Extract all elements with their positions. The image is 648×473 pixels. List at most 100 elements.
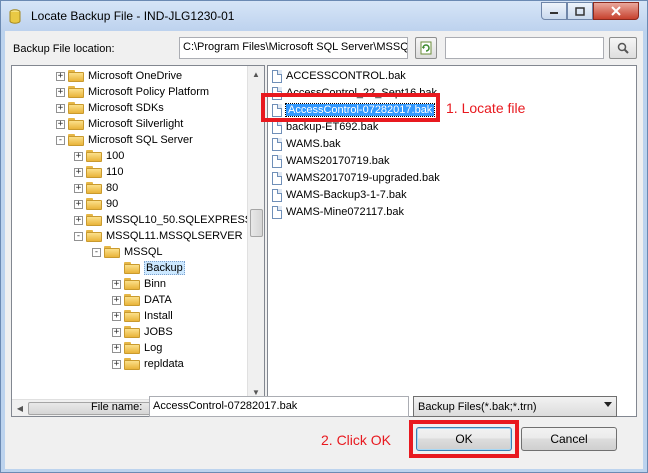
folder-icon — [124, 342, 140, 354]
expand-icon[interactable]: + — [56, 119, 65, 129]
tree-item[interactable]: + Log — [112, 340, 162, 356]
tree-item[interactable]: Backup — [112, 260, 185, 276]
tree-item-label: MSSQL11.MSSQLSERVER — [106, 230, 243, 242]
scroll-up-arrow-icon[interactable]: ▲ — [248, 66, 264, 82]
expand-icon[interactable]: + — [112, 359, 121, 369]
file-icon — [272, 171, 282, 185]
tree-item-label: Binn — [144, 278, 167, 290]
dropdown-arrow-icon — [604, 402, 612, 407]
file-icon — [272, 69, 282, 83]
folder-icon — [86, 182, 102, 194]
tree-item[interactable]: + Microsoft Silverlight — [56, 116, 183, 132]
tree-item-label: 100 — [106, 150, 125, 162]
file-item[interactable]: WAMS20170719-upgraded.bak — [272, 170, 440, 186]
minimize-button[interactable] — [541, 2, 567, 20]
expand-icon[interactable]: + — [74, 151, 83, 161]
search-button[interactable] — [609, 37, 637, 59]
collapse-icon[interactable]: - — [56, 135, 65, 145]
backup-location-label: Backup File location: — [13, 43, 115, 55]
tree-item[interactable]: +80 — [74, 180, 118, 196]
search-icon — [617, 42, 629, 54]
tree-item[interactable]: + Install — [112, 308, 173, 324]
file-type-value: Backup Files(*.bak;*.trn) — [418, 400, 537, 413]
tree-item[interactable]: + Microsoft Policy Platform — [56, 84, 209, 100]
tree-item-label: DATA — [144, 294, 172, 306]
expand-icon[interactable]: + — [112, 295, 121, 305]
folder-icon — [86, 150, 102, 162]
file-icon — [272, 154, 282, 168]
refresh-button[interactable] — [415, 37, 437, 59]
tree-item[interactable]: + Binn — [112, 276, 166, 292]
file-item-label: WAMS-Backup3-1-7.bak — [286, 189, 407, 201]
tree-item[interactable]: - Microsoft SQL Server — [56, 132, 193, 148]
file-type-select[interactable]: Backup Files(*.bak;*.trn) — [413, 396, 617, 417]
folder-icon — [124, 278, 140, 290]
tree-item-label: repldata — [144, 358, 184, 370]
expand-icon[interactable]: + — [112, 279, 121, 289]
locate-backup-file-dialog: Locate Backup File - IND-JLG1230-01 Back… — [0, 0, 648, 473]
file-item[interactable]: ACCESSCONTROL.bak — [272, 68, 406, 84]
maximize-button[interactable] — [567, 2, 593, 20]
tree-vscroll-thumb[interactable] — [250, 209, 263, 237]
title-bar[interactable]: Locate Backup File - IND-JLG1230-01 — [1, 1, 647, 31]
expand-icon[interactable]: + — [56, 103, 65, 113]
collapse-icon[interactable]: - — [92, 247, 101, 257]
tree-item[interactable]: - MSSQL — [92, 244, 163, 260]
ok-button[interactable]: OK — [416, 427, 512, 451]
expand-icon[interactable]: + — [74, 183, 83, 193]
tree-item[interactable]: +90 — [74, 196, 118, 212]
expand-icon[interactable]: + — [74, 215, 83, 225]
annotation-click-ok: 2. Click OK — [321, 432, 392, 448]
folder-icon — [68, 118, 84, 130]
dialog-body: Backup File location: C:\Program Files\M… — [5, 31, 643, 469]
folder-icon — [86, 230, 102, 242]
tree-item-label: Backup — [144, 261, 185, 275]
file-item-label: backup-ET692.bak — [286, 121, 379, 133]
expand-icon[interactable]: + — [56, 87, 65, 97]
tree-item-label: Microsoft Silverlight — [88, 118, 184, 130]
close-button[interactable] — [593, 2, 639, 20]
file-item[interactable]: WAMS.bak — [272, 136, 341, 152]
folder-icon — [124, 310, 140, 322]
database-icon — [9, 9, 21, 24]
file-item-label: WAMS.bak — [286, 138, 341, 150]
tree-item[interactable]: + DATA — [112, 292, 172, 308]
tree-item[interactable]: + repldata — [112, 356, 184, 372]
tree-item-label: MSSQL — [124, 246, 163, 258]
highlight-box-file — [261, 93, 440, 122]
folder-icon — [68, 134, 84, 146]
file-item-label: WAMS20170719-upgraded.bak — [286, 172, 440, 184]
file-item[interactable]: WAMS20170719.bak — [272, 153, 390, 169]
file-icon — [272, 205, 282, 219]
file-icon — [272, 120, 282, 134]
search-input[interactable] — [445, 37, 604, 59]
tree-item[interactable]: + MSSQL10_50.SQLEXPRESS — [74, 212, 252, 228]
tree-item[interactable]: +110 — [74, 164, 124, 180]
file-item[interactable]: WAMS-Mine072117.bak — [272, 204, 404, 220]
collapse-icon[interactable]: - — [74, 231, 83, 241]
cancel-button[interactable]: Cancel — [521, 427, 617, 451]
no-expander — [112, 264, 121, 273]
scroll-left-arrow-icon[interactable]: ◀ — [12, 400, 28, 416]
file-name-input[interactable]: AccessControl-07282017.bak — [149, 396, 409, 417]
expand-icon[interactable]: + — [74, 167, 83, 177]
tree-item[interactable]: - MSSQL11.MSSQLSERVER — [74, 228, 243, 244]
tree-item[interactable]: + Microsoft SDKs — [56, 100, 164, 116]
expand-icon[interactable]: + — [56, 71, 65, 81]
expand-icon[interactable]: + — [112, 343, 121, 353]
file-item-label: WAMS-Mine072117.bak — [286, 206, 404, 218]
expand-icon[interactable]: + — [74, 199, 83, 209]
tree-item[interactable]: + Microsoft OneDrive — [56, 68, 182, 84]
file-item[interactable]: WAMS-Backup3-1-7.bak — [272, 187, 407, 203]
folder-icon — [86, 166, 102, 178]
tree-item-label: MSSQL10_50.SQLEXPRESS — [106, 214, 253, 226]
tree-item[interactable]: +100 — [74, 148, 124, 164]
folder-icon — [124, 326, 140, 338]
tree-item-label: JOBS — [144, 326, 173, 338]
backup-location-input[interactable]: C:\Program Files\Microsoft SQL Server\MS… — [179, 37, 408, 59]
tree-item[interactable]: + JOBS — [112, 324, 173, 340]
maximize-icon — [575, 6, 585, 16]
folder-tree[interactable]: + Microsoft OneDrive + Microsoft Policy Pla… — [11, 65, 265, 417]
expand-icon[interactable]: + — [112, 311, 121, 321]
expand-icon[interactable]: + — [112, 327, 121, 337]
